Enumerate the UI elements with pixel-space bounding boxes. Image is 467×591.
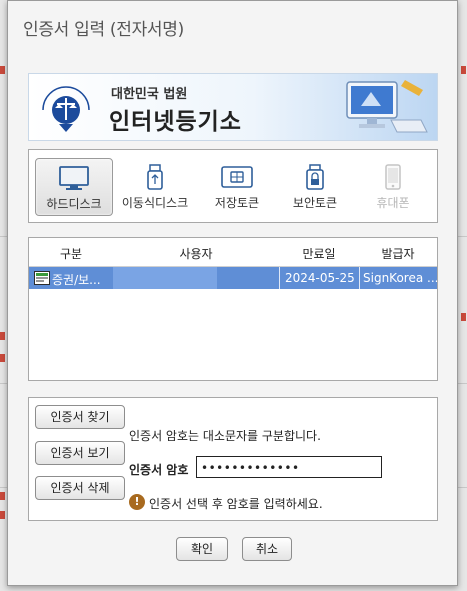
phone-icon xyxy=(385,164,401,190)
warning-icon: ! xyxy=(129,494,145,510)
background-mark xyxy=(0,332,5,340)
header-expiry: 만료일 xyxy=(302,247,336,261)
background-mark xyxy=(0,492,5,500)
device-security-token[interactable]: 보안토큰 xyxy=(277,158,353,214)
device-label: 보안토큰 xyxy=(292,196,338,210)
dialog-title: 인증서 입력 (전자서명) xyxy=(23,20,184,40)
certificate-icon xyxy=(34,271,50,285)
device-label: 저장토큰 xyxy=(214,196,260,210)
background-mark xyxy=(461,313,466,321)
cancel-button[interactable]: 취소 xyxy=(242,537,292,561)
device-removable-disk[interactable]: 이동식디스크 xyxy=(117,158,193,214)
background-mark xyxy=(0,66,5,74)
monitor-icon xyxy=(59,166,89,190)
lock-token-icon xyxy=(306,164,324,190)
court-banner: 대한민국 법원 인터넷등기소 xyxy=(28,73,438,141)
background-mark xyxy=(0,511,5,519)
device-harddisk[interactable]: 하드디스크 xyxy=(35,158,113,216)
cell-expiry: 2024-05-25 xyxy=(285,271,355,285)
case-sensitive-note: 인증서 암호는 대소문자를 구분합니다. xyxy=(129,429,321,443)
usb-icon xyxy=(147,164,163,190)
view-certificate-button[interactable]: 인증서 보기 xyxy=(35,441,125,465)
device-label: 하드디스크 xyxy=(46,197,102,211)
cell-issuer: SignKorea ... xyxy=(363,271,437,285)
password-label: 인증서 암호 xyxy=(129,463,189,477)
certificate-dialog: 인증서 입력 (전자서명) 대한민국 법원 인터넷등기소 하드디스크 이동식디스… xyxy=(7,0,458,586)
court-seal-icon xyxy=(42,86,90,132)
device-label: 휴대폰 xyxy=(376,196,410,210)
computer-illustration-icon xyxy=(346,80,428,133)
cell-user-masked xyxy=(113,267,217,289)
cell-type: 증권/보... xyxy=(52,273,101,287)
background-mark xyxy=(0,354,5,362)
device-phone: 휴대폰 xyxy=(355,158,431,214)
password-warning: 인증서 선택 후 암호를 입력하세요. xyxy=(149,497,323,511)
smartcard-icon xyxy=(221,166,253,188)
table-row[interactable]: 증권/보... 2024-05-25 SignKorea ... xyxy=(29,267,437,289)
certificate-list-header: 구분 사용자 만료일 발급자 xyxy=(29,238,437,267)
find-certificate-button[interactable]: 인증서 찾기 xyxy=(35,405,125,429)
banner-title: 인터넷등기소 xyxy=(109,109,242,135)
storage-device-selector: 하드디스크 이동식디스크 저장토큰 보안토큰 휴대폰 xyxy=(28,149,438,223)
banner-subtitle: 대한민국 법원 xyxy=(111,87,188,102)
password-panel: 인증서 찾기 인증서 보기 인증서 삭제 인증서 암호는 대소문자를 구분합니다… xyxy=(28,397,438,521)
header-issuer: 발급자 xyxy=(381,247,415,261)
column-separator xyxy=(359,267,360,289)
ok-button[interactable]: 확인 xyxy=(176,537,228,561)
password-input[interactable]: ••••••••••••• xyxy=(196,456,382,478)
header-user: 사용자 xyxy=(179,247,213,261)
background-mark xyxy=(461,66,466,74)
device-label: 이동식디스크 xyxy=(121,196,189,210)
header-type: 구분 xyxy=(59,247,83,261)
delete-certificate-button[interactable]: 인증서 삭제 xyxy=(35,476,125,500)
device-storage-token[interactable]: 저장토큰 xyxy=(199,158,275,214)
certificate-list: 구분 사용자 만료일 발급자 증권/보... 2024-05-25 SignKo… xyxy=(28,237,438,381)
column-separator xyxy=(279,267,280,289)
